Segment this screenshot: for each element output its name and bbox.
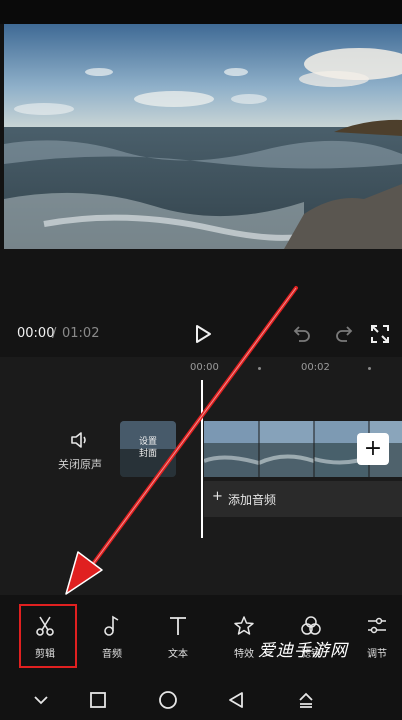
system-nav-bar [0, 680, 402, 720]
circle-icon [159, 691, 177, 709]
play-icon [196, 325, 211, 343]
effects-star-icon [234, 616, 254, 635]
preview-padding [0, 249, 402, 313]
nav-back-button[interactable] [226, 690, 246, 710]
toolbar-item-audio[interactable]: 音频 [87, 612, 137, 662]
square-icon [90, 692, 106, 708]
time-separator: / [52, 326, 57, 341]
nav-extra-button[interactable] [296, 690, 316, 710]
add-audio-plus-icon: + [212, 489, 223, 504]
nav-recents-button[interactable] [88, 690, 108, 710]
text-icon [170, 617, 186, 635]
redo-icon [336, 326, 353, 342]
redo-button[interactable] [332, 323, 354, 345]
upload-icon [299, 692, 313, 708]
timeline-tick-dot [368, 367, 371, 370]
cover-label-line: 封面 [138, 449, 157, 459]
watermark: 爱迪手游网 [258, 641, 348, 661]
timeline-tick-dot [258, 367, 261, 370]
status-bar [0, 0, 402, 24]
cover-label-line: 设置 [138, 437, 157, 447]
plus-icon: + [363, 436, 383, 461]
timeline-tick: 00:02 [301, 362, 330, 373]
fullscreen-button[interactable] [369, 323, 391, 345]
nav-collapse-button[interactable] [31, 690, 51, 710]
toolbar-item-label: 调节 [367, 649, 387, 660]
mute-original-audio-label: 关闭原声 [58, 458, 102, 471]
triangle-back-icon [229, 692, 243, 708]
music-note-icon [104, 615, 119, 636]
fullscreen-icon [371, 325, 389, 343]
undo-icon [293, 326, 310, 342]
edit-highlight-box [19, 604, 77, 668]
adjust-sliders-icon [368, 617, 386, 634]
undo-button[interactable] [292, 323, 314, 345]
timeline-tick: 00:00 [190, 362, 219, 373]
seascape-image [4, 24, 402, 249]
add-clip-button[interactable]: + [357, 433, 389, 465]
toolbar-item-text[interactable]: 文本 [153, 612, 203, 662]
mute-original-audio-button[interactable] [70, 431, 90, 449]
filter-icon [301, 616, 321, 635]
chevron-down-icon [34, 696, 48, 705]
current-time: 00:00 [17, 326, 55, 341]
total-time: 01:02 [62, 326, 100, 341]
nav-home-button[interactable] [158, 690, 178, 710]
cover-label: 设置 封面 [120, 436, 176, 460]
video-preview[interactable] [4, 24, 402, 249]
toolbar-item-label: 音频 [102, 649, 122, 660]
speaker-icon [71, 432, 86, 448]
toolbar-item-label: 文本 [168, 649, 188, 660]
toolbar-item-adjust[interactable]: 调节 [352, 612, 402, 662]
playhead[interactable] [201, 380, 203, 538]
add-audio-label: 添加音频 [228, 493, 277, 507]
play-button[interactable] [192, 323, 214, 345]
